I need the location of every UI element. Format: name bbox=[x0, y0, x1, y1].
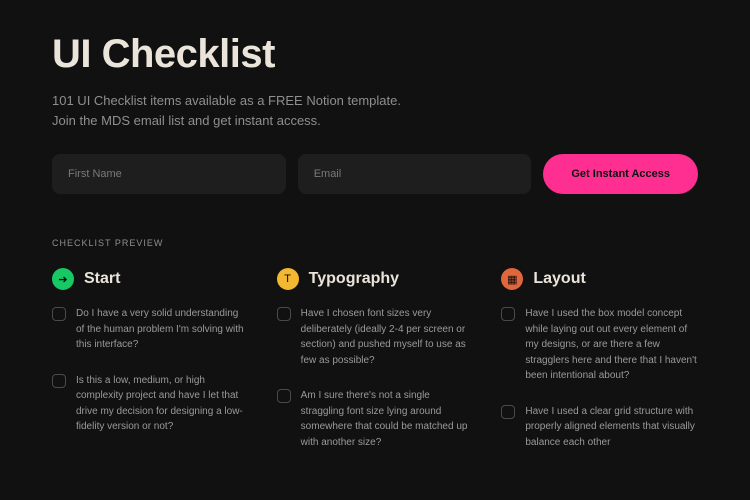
column-layout: ▦ Layout Have I used the box model conce… bbox=[501, 268, 698, 470]
item-text: Have I chosen font sizes very deliberate… bbox=[301, 306, 474, 368]
checkbox[interactable] bbox=[501, 405, 515, 419]
column-title: Typography bbox=[309, 270, 399, 288]
checkbox[interactable] bbox=[277, 389, 291, 403]
checkbox[interactable] bbox=[277, 307, 291, 321]
checkbox[interactable] bbox=[52, 374, 66, 388]
column-title: Layout bbox=[533, 270, 585, 288]
column-start: ➔ Start Do I have a very solid understan… bbox=[52, 268, 249, 470]
layout-icon: ▦ bbox=[501, 268, 523, 290]
column-typography: T Typography Have I chosen font sizes ve… bbox=[277, 268, 474, 470]
item-text: Have I used a clear grid structure with … bbox=[525, 404, 698, 451]
page-title: UI Checklist bbox=[52, 32, 698, 77]
checkbox[interactable] bbox=[52, 307, 66, 321]
list-item: Have I used the box model concept while … bbox=[501, 306, 698, 384]
checklist-columns: ➔ Start Do I have a very solid understan… bbox=[52, 268, 698, 470]
column-title: Start bbox=[84, 270, 120, 288]
page-subtitle: 101 UI Checklist items available as a FR… bbox=[52, 91, 698, 130]
typography-icon: T bbox=[277, 268, 299, 290]
list-item: Have I used a clear grid structure with … bbox=[501, 404, 698, 451]
item-text: Am I sure there's not a single stragglin… bbox=[301, 388, 474, 450]
list-item: Do I have a very solid understanding of … bbox=[52, 306, 249, 353]
list-item: Have I chosen font sizes very deliberate… bbox=[277, 306, 474, 368]
item-text: Is this a low, medium, or high complexit… bbox=[76, 373, 249, 435]
list-item: Am I sure there's not a single stragglin… bbox=[277, 388, 474, 450]
signup-form: Get Instant Access bbox=[52, 154, 698, 194]
arrow-icon: ➔ bbox=[52, 268, 74, 290]
first-name-input[interactable] bbox=[52, 154, 286, 194]
list-item: Is this a low, medium, or high complexit… bbox=[52, 373, 249, 435]
item-text: Have I used the box model concept while … bbox=[525, 306, 698, 384]
item-text: Do I have a very solid understanding of … bbox=[76, 306, 249, 353]
email-input[interactable] bbox=[298, 154, 532, 194]
get-access-button[interactable]: Get Instant Access bbox=[543, 154, 698, 194]
checkbox[interactable] bbox=[501, 307, 515, 321]
preview-label: CHECKLIST PREVIEW bbox=[52, 238, 698, 248]
